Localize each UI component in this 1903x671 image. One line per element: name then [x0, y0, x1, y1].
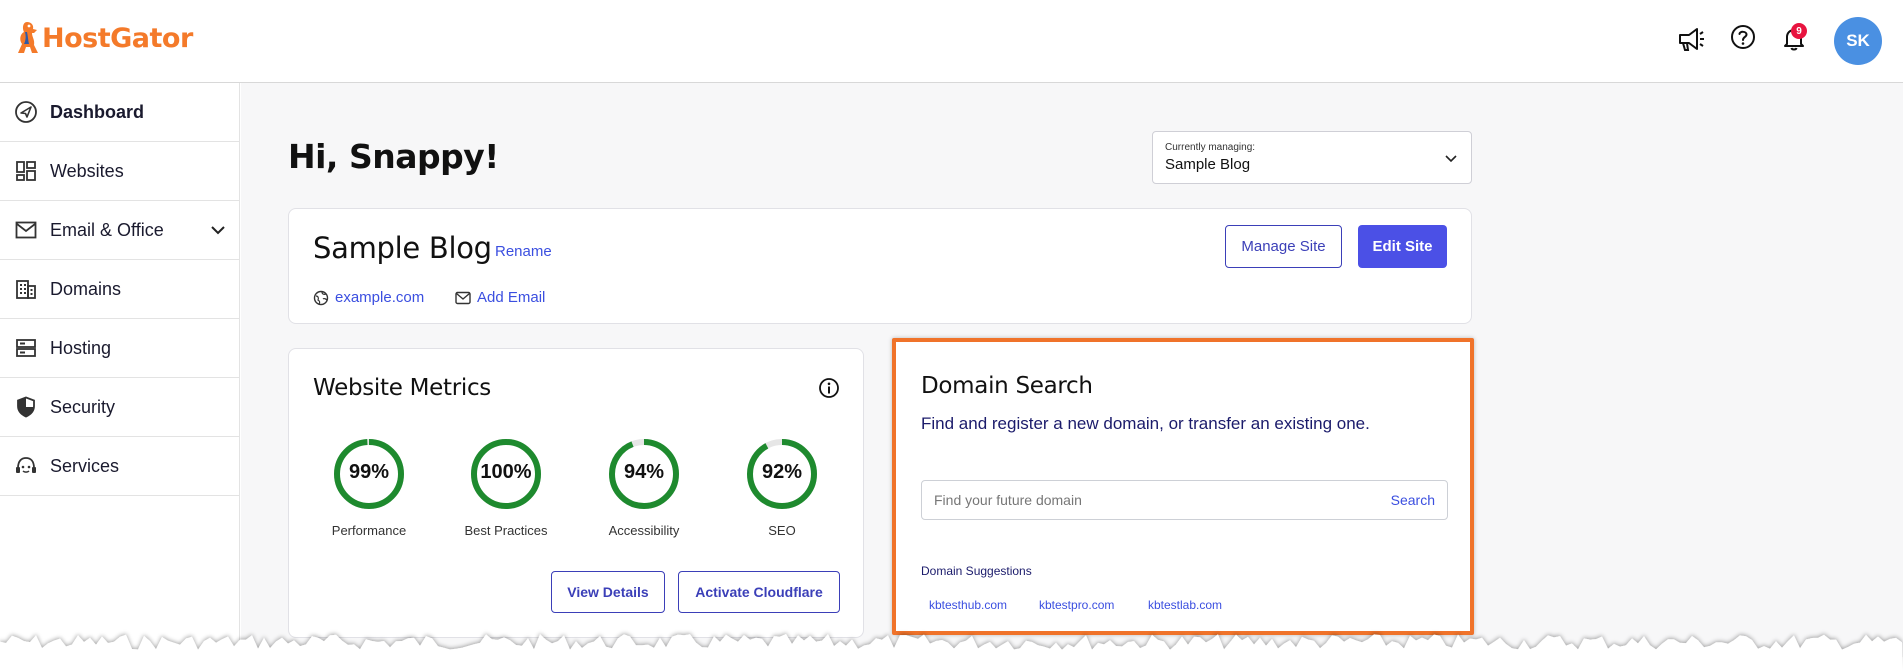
rename-link[interactable]: Rename — [495, 243, 552, 260]
info-icon[interactable] — [818, 377, 840, 399]
site-domain-text: example.com — [335, 289, 425, 306]
metric-value: 92% — [761, 461, 803, 483]
sidebar: Dashboard Websites Email & Office Domain… — [0, 83, 240, 671]
help-icon[interactable] — [1728, 22, 1758, 52]
sidebar-item-label: Services — [50, 455, 120, 476]
server-icon — [14, 336, 38, 360]
sidebar-item-websites[interactable]: Websites — [0, 142, 239, 201]
grid-icon — [14, 159, 38, 183]
gator-mascot-icon — [18, 22, 38, 53]
sidebar-item-domains[interactable]: Domains — [0, 260, 239, 319]
metrics-title: Website Metrics — [313, 375, 491, 401]
sidebar-item-label: Hosting — [50, 337, 112, 358]
metric-label: Accessibility — [608, 523, 680, 538]
site-selector-label: Currently managing: — [1165, 142, 1256, 153]
page-title: Hi, Snappy! — [288, 137, 499, 176]
user-avatar[interactable]: SK — [1834, 17, 1882, 65]
domain-search-card: Domain Search Find and register a new do… — [892, 338, 1474, 635]
activate-cloudflare-button[interactable]: Activate Cloudflare — [678, 571, 840, 613]
globe-icon — [313, 290, 329, 305]
domain-search-box: Search — [921, 480, 1448, 520]
domain-suggestions-title: Domain Suggestions — [921, 564, 1032, 578]
site-domain-link[interactable]: example.com — [313, 289, 424, 306]
edit-site-button[interactable]: Edit Site — [1358, 225, 1447, 268]
site-card: Sample Blog Rename example.com Add Email… — [288, 208, 1472, 324]
view-details-button[interactable]: View Details — [551, 571, 665, 613]
search-button[interactable]: Search — [1391, 492, 1435, 508]
manage-site-button[interactable]: Manage Site — [1225, 225, 1342, 268]
sidebar-item-label: Dashboard — [50, 101, 145, 122]
building-icon — [14, 277, 38, 301]
website-metrics-card: Website Metrics View Details Activate Cl… — [288, 348, 864, 638]
domain-suggestion-link[interactable]: kbtestpro.com — [1039, 598, 1114, 612]
sidebar-item-label: Email & Office — [50, 219, 164, 240]
domain-search-input[interactable] — [922, 481, 1362, 519]
sidebar-item-services[interactable]: Services — [0, 437, 239, 496]
torn-edge-decoration — [0, 634, 1903, 671]
domain-suggestion-link[interactable]: kbtestlab.com — [1148, 598, 1222, 612]
metric-value: 94% — [623, 461, 665, 483]
sidebar-item-label: Domains — [50, 278, 122, 299]
site-selector-value: Sample Blog — [1165, 156, 1251, 173]
hostgator-logo[interactable]: HostGator — [14, 20, 193, 56]
sidebar-item-label: Websites — [50, 160, 124, 181]
add-email-link[interactable]: Add Email — [455, 289, 545, 306]
site-title: Sample Blog — [313, 231, 492, 265]
domain-suggestion-link[interactable]: kbtesthub.com — [929, 598, 1007, 612]
envelope-icon — [14, 218, 38, 242]
metric-label: Performance — [331, 523, 407, 538]
envelope-icon — [455, 291, 471, 304]
top-header: HostGator 9 SK — [0, 0, 1903, 83]
shield-icon — [14, 395, 38, 419]
metric-label: SEO — [768, 523, 796, 538]
sidebar-item-label: Security — [50, 396, 116, 417]
metric-value: 100% — [480, 461, 532, 483]
sidebar-item-dashboard[interactable]: Dashboard — [0, 83, 239, 142]
megaphone-icon[interactable] — [1675, 24, 1705, 54]
sidebar-item-email-office[interactable]: Email & Office — [0, 201, 239, 260]
domain-search-title: Domain Search — [921, 373, 1093, 399]
domain-search-subtitle: Find and register a new domain, or trans… — [921, 414, 1370, 433]
notification-badge: 9 — [1791, 23, 1807, 39]
metric-label: Best Practices — [464, 523, 548, 538]
brand-name: HostGator — [42, 22, 193, 54]
compass-icon — [14, 100, 38, 124]
sidebar-item-security[interactable]: Security — [0, 378, 239, 437]
sidebar-item-hosting[interactable]: Hosting — [0, 319, 239, 378]
chevron-down-icon — [1445, 155, 1457, 163]
add-email-text: Add Email — [477, 289, 546, 306]
headset-icon — [14, 454, 38, 478]
metric-value: 99% — [348, 461, 390, 483]
site-selector-dropdown[interactable]: Currently managing: Sample Blog — [1152, 131, 1472, 184]
chevron-down-icon[interactable] — [209, 221, 227, 239]
